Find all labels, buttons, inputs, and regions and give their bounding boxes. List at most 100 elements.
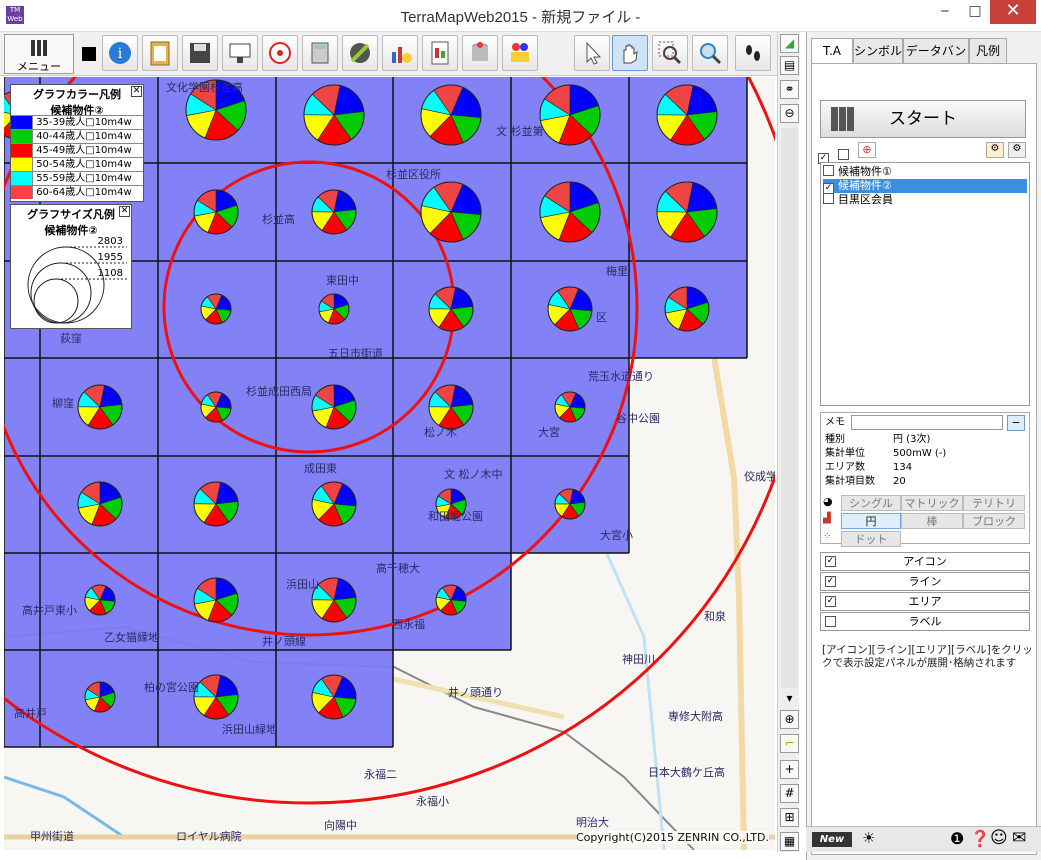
signal-icon[interactable]: ◢ bbox=[780, 34, 799, 53]
database-button[interactable] bbox=[462, 35, 498, 71]
chart-dot[interactable]: ドット bbox=[841, 531, 901, 547]
scrollbar-track[interactable] bbox=[781, 128, 798, 688]
color-legend-label: 35-39歳人□10m4w bbox=[36, 117, 132, 128]
grid-small-icon[interactable]: # bbox=[780, 784, 799, 803]
zoom-button[interactable] bbox=[692, 35, 728, 71]
map-label: 成田東 bbox=[304, 462, 337, 475]
layer-item[interactable]: 目黒区会員 bbox=[823, 193, 1027, 207]
layer-checkbox[interactable] bbox=[823, 193, 834, 204]
scroll-down-icon[interactable]: ▾ bbox=[780, 690, 799, 709]
color-legend[interactable]: グラフカラー凡例 ✕ 候補物件② 35-39歳人□10m4w 40-44歳人□1… bbox=[10, 84, 144, 202]
map-label: 大宮小 bbox=[600, 529, 633, 542]
chart-block[interactable]: ブロック bbox=[963, 513, 1025, 529]
tools-button[interactable] bbox=[342, 35, 378, 71]
display-checkbox[interactable]: ✓ bbox=[825, 596, 836, 607]
display-checkbox[interactable]: ✓ bbox=[825, 576, 836, 587]
layer-item[interactable]: 候補物件① bbox=[823, 165, 1027, 179]
grid-large-icon[interactable]: ▦ bbox=[780, 832, 799, 851]
color-swatch bbox=[11, 172, 33, 185]
mode-territory[interactable]: テリトリ bbox=[963, 495, 1025, 511]
display-toggle[interactable]: ラベル bbox=[820, 612, 1030, 631]
close-icon[interactable]: ✕ bbox=[131, 86, 142, 97]
map-label: 明治大 bbox=[576, 816, 609, 829]
tab-databank[interactable]: データバンク bbox=[903, 38, 969, 82]
tab-symbol[interactable]: シンボル bbox=[853, 38, 903, 64]
chart-bar[interactable]: 棒 bbox=[901, 513, 963, 529]
minimize-button[interactable]: ‒ bbox=[930, 0, 960, 24]
check-all-icon[interactable]: ✓ bbox=[818, 144, 833, 164]
calculator-icon bbox=[311, 42, 329, 64]
collapse-button[interactable]: − bbox=[1007, 415, 1025, 431]
close-button[interactable]: ✕ bbox=[990, 0, 1036, 24]
binoculars-icon[interactable]: ⚭ bbox=[780, 80, 799, 99]
people-button[interactable] bbox=[502, 35, 538, 71]
map-label: 専修大附高 bbox=[668, 710, 723, 723]
map-view[interactable]: 文化学園杉並高 杉並区役所 文 杉並第 杉並高 東田中 梅里区五日市街道 荒玉水道通り 杉並成… bbox=[4, 77, 775, 850]
print-button[interactable] bbox=[222, 35, 258, 71]
mode-matrix[interactable]: マトリックス bbox=[901, 495, 963, 525]
chart-pie[interactable]: 円 bbox=[841, 513, 901, 529]
zoom-in-icon[interactable]: ⊕ bbox=[780, 710, 799, 729]
plus-icon[interactable]: + bbox=[780, 760, 799, 779]
info-key: エリア数 bbox=[825, 462, 865, 473]
help-icon[interactable]: ❓ bbox=[970, 829, 990, 848]
mail-icon[interactable]: ✉ bbox=[1012, 828, 1026, 848]
memo-label: メモ bbox=[825, 417, 845, 428]
add-layer-icon[interactable]: ⊕ bbox=[858, 142, 876, 158]
map-label: 杉並区役所 bbox=[386, 168, 441, 181]
mode-single[interactable]: シングル bbox=[841, 495, 901, 511]
gear-icon[interactable]: ⚙ bbox=[986, 142, 1004, 158]
layer-item[interactable]: ✓ 候補物件② bbox=[823, 179, 1027, 194]
pointer-button[interactable] bbox=[574, 35, 610, 71]
close-icon[interactable]: ✕ bbox=[119, 206, 130, 217]
layer-info: メモ − 種別 円 (3次) 集計単位 500mW (-) エリア数 134 集計項目数 20… bbox=[820, 412, 1030, 547]
zoom-area-icon bbox=[658, 41, 682, 65]
display-toggle[interactable]: ✓ アイコン bbox=[820, 552, 1030, 571]
tab-legend[interactable]: 凡例 bbox=[969, 38, 1007, 64]
menu-button[interactable]: メニュー bbox=[4, 34, 74, 74]
zoom-out-icon[interactable]: ⊖ bbox=[780, 104, 799, 123]
display-checkbox[interactable] bbox=[825, 616, 836, 627]
map-label: 杉並高 bbox=[262, 213, 295, 226]
smiley-icon[interactable]: ☺ bbox=[990, 828, 1008, 848]
target-button[interactable] bbox=[262, 35, 298, 71]
lightbulb-icon[interactable]: ☀ bbox=[862, 829, 875, 847]
report-icon bbox=[431, 41, 449, 65]
map-label: 文化学園杉並高 bbox=[166, 81, 243, 94]
display-checkbox[interactable]: ✓ bbox=[825, 556, 836, 567]
calculator-button[interactable] bbox=[302, 35, 338, 71]
corner-icon[interactable]: ⌐ bbox=[780, 734, 799, 753]
walk-button[interactable] bbox=[735, 35, 771, 71]
report-button[interactable] bbox=[422, 35, 458, 71]
color-legend-row: 45-49歳人□10m4w bbox=[11, 143, 143, 157]
settings-icon[interactable]: ⚙ bbox=[1008, 142, 1026, 158]
display-toggle[interactable]: ✓ ライン bbox=[820, 572, 1030, 591]
color-legend-label: 45-49歳人□10m4w bbox=[36, 145, 132, 156]
info-circle-icon[interactable]: ❶ bbox=[950, 829, 964, 848]
memo-field[interactable] bbox=[851, 415, 1003, 430]
new-badge[interactable]: New bbox=[812, 832, 852, 847]
layer-checkbox[interactable] bbox=[823, 165, 834, 176]
chart-button[interactable] bbox=[382, 35, 418, 71]
maximize-button[interactable]: □ bbox=[960, 0, 990, 24]
clipboard-icon bbox=[150, 41, 170, 66]
uncheck-all-icon[interactable] bbox=[838, 144, 853, 163]
info-button[interactable]: i bbox=[102, 35, 138, 71]
color-legend-label: 55-59歳人□10m4w bbox=[36, 173, 132, 184]
size-legend[interactable]: グラフサイズ凡例 ✕ 候補物件② 2803 1955 1108 bbox=[10, 204, 132, 329]
map-label: 荻窪 bbox=[60, 332, 82, 345]
display-toggle[interactable]: ✓ エリア bbox=[820, 592, 1030, 611]
save-button[interactable] bbox=[182, 35, 218, 71]
tab-ta[interactable]: T.A bbox=[811, 38, 853, 64]
pan-button[interactable] bbox=[612, 35, 648, 71]
color-square-icon[interactable] bbox=[82, 47, 96, 61]
color-legend-label: 40-44歳人□10m4w bbox=[36, 131, 132, 142]
zoom-area-button[interactable] bbox=[652, 35, 688, 71]
start-button[interactable]: スタート bbox=[820, 100, 1026, 138]
window-icon[interactable]: ▤ bbox=[780, 56, 799, 75]
info-key: 集計項目数 bbox=[825, 476, 875, 487]
clipboard-button[interactable] bbox=[142, 35, 178, 71]
grid-medium-icon[interactable]: ⊞ bbox=[780, 808, 799, 827]
map-label: ロイヤル病院 bbox=[176, 830, 242, 843]
map-label: 高井戸 bbox=[14, 707, 47, 720]
